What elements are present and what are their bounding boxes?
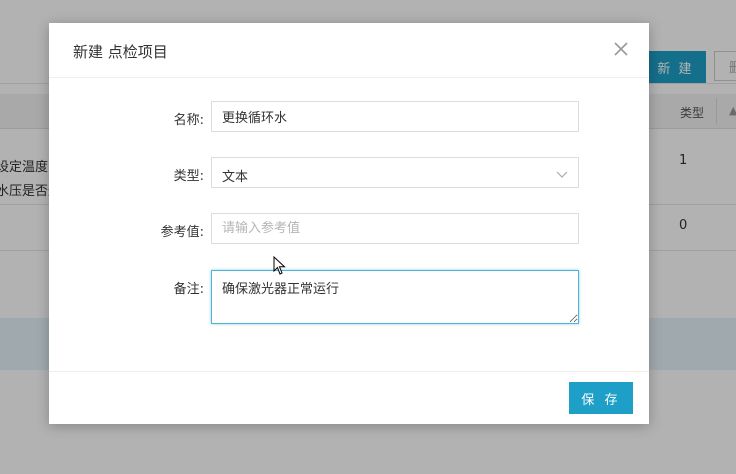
type-label: 类型: [173,169,204,184]
name-label: 名称: [173,113,204,128]
form-row-reference: 参考值: [49,213,649,245]
reference-input[interactable] [211,213,579,244]
modal-dialog: 新建 点检项目 名称: 类型: 文本 参考值: [49,23,649,424]
chevron-down-icon [556,168,568,183]
page: 新 建 删 类型 ▲ 设定温度 水压是否达 1 0 新建 点检项目 名称: 类型… [0,0,736,474]
form-row-name: 名称: [49,101,649,133]
form-row-remark: 备注: 确保激光器正常运行 [49,270,649,324]
modal-footer: 保 存 [49,371,649,424]
save-button[interactable]: 保 存 [569,382,633,414]
form-row-type: 类型: 文本 [49,157,649,189]
name-input[interactable] [211,101,579,132]
close-icon[interactable] [613,41,629,57]
type-select[interactable]: 文本 [211,157,579,188]
type-select-value: 文本 [222,170,249,185]
modal-title: 新建 点检项目 [73,43,168,61]
remark-label: 备注: [173,282,204,297]
reference-label: 参考值: [160,225,204,240]
remark-textarea[interactable]: 确保激光器正常运行 [211,270,579,324]
mouse-cursor-icon [273,255,287,280]
modal-header: 新建 点检项目 [49,23,649,78]
